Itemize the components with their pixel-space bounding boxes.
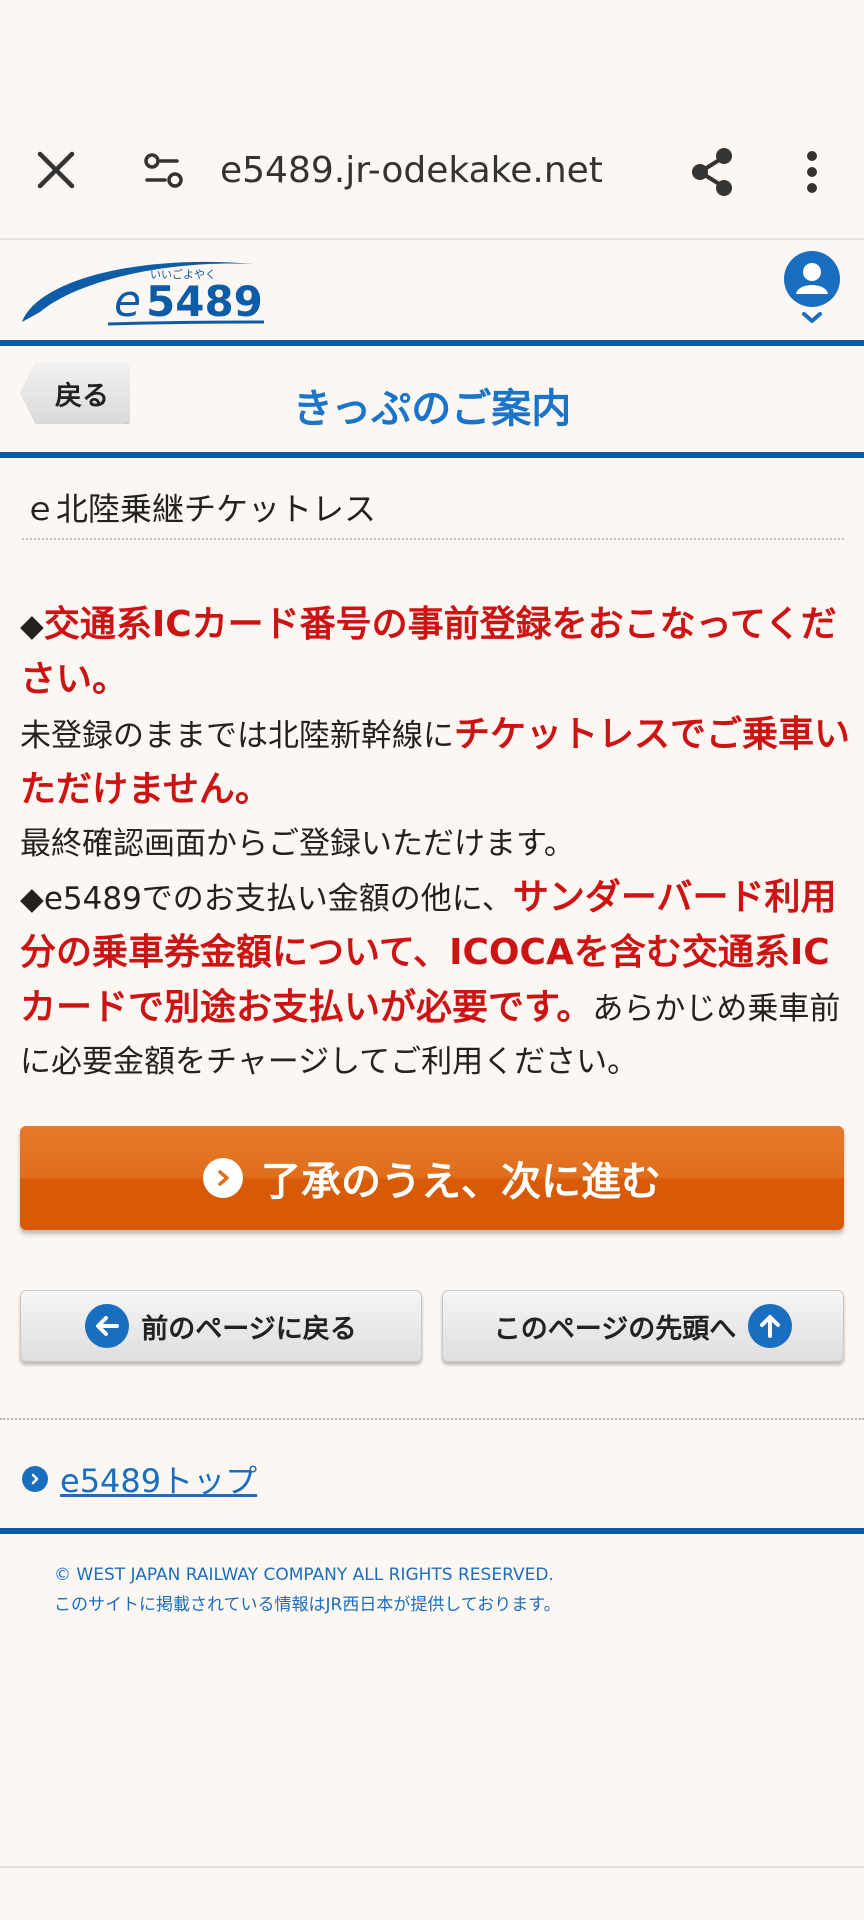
page-top-button[interactable]: このページの先頭へ (442, 1290, 844, 1362)
proceed-button-label: 了承のうえ、次に進む (261, 1159, 661, 1205)
notice-text: ◆交通系ICカード番号の事前登録をおこなってください。 未登録のままでは北陸新幹… (20, 598, 850, 1089)
user-account-icon (784, 251, 840, 323)
footer-rule (0, 1528, 864, 1534)
prev-page-label: 前のページに戻る (141, 1313, 357, 1345)
svg-text:5489: 5489 (146, 277, 263, 326)
arrow-left-icon (85, 1304, 130, 1348)
copyright: © WEST JAPAN RAILWAY COMPANY ALL RIGHTS … (54, 1560, 561, 1620)
proceed-button[interactable]: 了承のうえ、次に進む (20, 1126, 844, 1230)
svg-text:e: e (114, 276, 141, 327)
section-title: ｅ北陸乗継チケットレス (24, 490, 377, 528)
footer-divider (0, 1418, 864, 1420)
notice-paragraph-4: ◆e5489でのお支払い金額の他に、サンダーバード利用分の乗車券金額について、I… (20, 871, 850, 1089)
chevron-right-icon (203, 1158, 243, 1198)
footer-note: このサイトに掲載されている情報はJR西日本が提供しております。 (54, 1595, 561, 1615)
e5489-logo[interactable]: e 5489 いいごよやく (18, 250, 268, 332)
prev-page-button[interactable]: 前のページに戻る (20, 1290, 422, 1362)
bullet: ◆ (20, 608, 44, 644)
title-bar: 戻る きっぷのご案内 (0, 346, 864, 454)
share-icon[interactable] (688, 146, 736, 198)
e5489-top-link[interactable]: e5489トップ (22, 1456, 257, 1502)
notice-text-2: 未登録のままでは北陸新幹線に (20, 718, 454, 754)
page-title: きっぷのご案内 (292, 386, 572, 432)
url-bar[interactable]: e5489.jr-odekake.net (220, 150, 603, 191)
section-divider (22, 538, 844, 540)
site-header: e 5489 いいごよやく (0, 240, 864, 340)
page-top-label: このページの先頭へ (493, 1313, 737, 1345)
more-vert-icon[interactable] (798, 148, 826, 196)
chevron-right-icon (22, 1466, 48, 1492)
page-info-icon[interactable] (143, 153, 187, 189)
footer: © WEST JAPAN RAILWAY COMPANY ALL RIGHTS … (0, 1536, 864, 1866)
close-icon[interactable] (34, 148, 78, 192)
copyright-text: © WEST JAPAN RAILWAY COMPANY ALL RIGHTS … (54, 1565, 554, 1585)
notice-red-1: 交通系ICカード番号の事前登録をおこなってください。 (20, 604, 837, 700)
browser-toolbar: e5489.jr-odekake.net (0, 0, 864, 240)
user-account-button[interactable] (782, 250, 842, 330)
notice-paragraph-1: ◆交通系ICカード番号の事前登録をおこなってください。 (20, 598, 850, 708)
notice-paragraph-3: 最終確認画面からご登録いただけます。 (20, 826, 575, 862)
title-rule (0, 452, 864, 458)
e5489-top-link-label[interactable]: e5489トップ (60, 1456, 257, 1502)
arrow-up-icon (748, 1304, 793, 1348)
notice-paragraph-2: 未登録のままでは北陸新幹線にチケットレスでご乗車いただけません。 (20, 708, 850, 818)
notice-text-4: ◆e5489でのお支払い金額の他に、 (20, 881, 513, 917)
bottom-divider (0, 1866, 864, 1868)
logo-ruby: いいごよやく (150, 267, 216, 281)
